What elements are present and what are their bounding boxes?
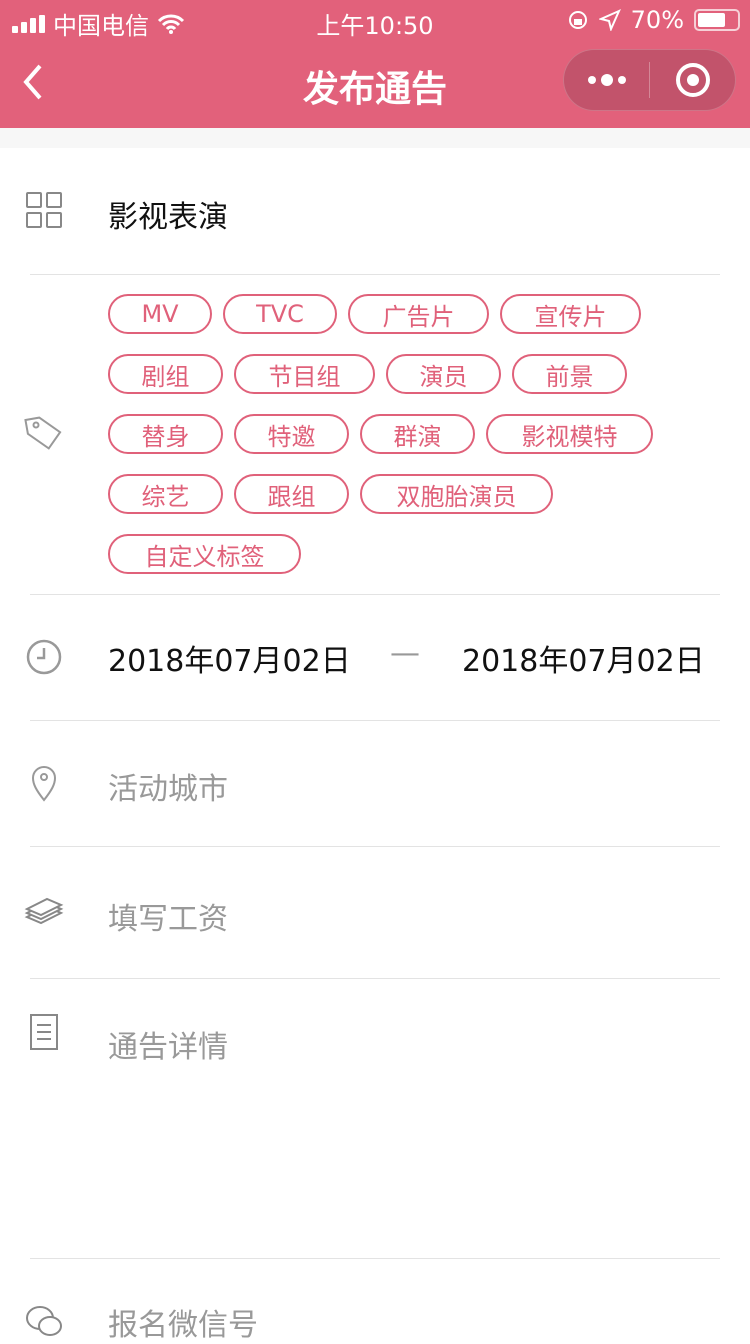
divider [30,594,720,595]
tag-follow-crew[interactable]: 跟组 [234,474,349,514]
tag-twins[interactable]: 双胞胎演员 [360,474,553,514]
battery-percent: 70% [630,6,684,34]
tag-foreground[interactable]: 前景 [512,354,627,394]
tag-special-guest[interactable]: 特邀 [234,414,349,454]
spacer [0,128,750,148]
battery-icon [694,9,740,31]
tag-crew[interactable]: 剧组 [108,354,223,394]
tag-row: MV TVC 广告片 宣传片 [108,294,708,334]
clock-icon [26,639,62,675]
tag-custom[interactable]: 自定义标签 [108,534,301,574]
details-textarea[interactable]: 通告详情 [108,1022,228,1066]
divider [30,846,720,847]
date-separator: — [390,636,420,671]
tag-extras[interactable]: 群演 [360,414,475,454]
divider [30,978,720,979]
tag-tvc[interactable]: TVC [223,294,337,334]
more-icon [587,74,626,86]
tag-double[interactable]: 替身 [108,414,223,454]
top-bar: 中国电信 上午10:50 70% 发布通告 [0,0,750,128]
location-icon [598,9,621,31]
start-date[interactable]: 2018年07月02日 [108,636,351,680]
salary-input[interactable]: 填写工资 [108,894,228,938]
wechat-input[interactable]: 报名微信号 [108,1300,258,1344]
tag-icon [24,416,62,450]
target-icon [675,63,710,97]
more-button[interactable] [564,50,649,110]
end-date[interactable]: 2018年07月02日 [462,636,705,680]
tag-promo[interactable]: 宣传片 [500,294,641,334]
category-field[interactable]: 影视表演 [0,148,750,274]
location-pin-icon [31,766,57,802]
tag-row: 替身 特邀 群演 影视模特 [108,414,708,454]
wechat-icon [26,1306,62,1336]
tag-list: MV TVC 广告片 宣传片 剧组 节目组 演员 前景 替身 特邀 群演 影视模… [108,294,708,594]
divider [30,274,720,275]
mini-program-capsule [563,49,736,111]
tag-commercial[interactable]: 广告片 [348,294,489,334]
tag-row: 综艺 跟组 双胞胎演员 [108,474,708,514]
close-button[interactable] [650,50,735,110]
tag-show-crew[interactable]: 节目组 [234,354,375,394]
divider [30,1258,720,1259]
rotation-lock-icon [568,11,587,29]
tag-mv[interactable]: MV [108,294,212,334]
category-value: 影视表演 [108,200,228,235]
divider [30,720,720,721]
document-icon [30,1014,58,1050]
tag-actor[interactable]: 演员 [386,354,501,394]
city-input[interactable]: 活动城市 [108,764,228,808]
money-icon [24,897,64,925]
tag-row: 自定义标签 [108,534,708,574]
grid-icon [26,192,62,228]
tag-row: 剧组 节目组 演员 前景 [108,354,708,394]
tag-variety[interactable]: 综艺 [108,474,223,514]
status-bar: 中国电信 上午10:50 70% [0,0,750,40]
tag-model[interactable]: 影视模特 [486,414,653,454]
